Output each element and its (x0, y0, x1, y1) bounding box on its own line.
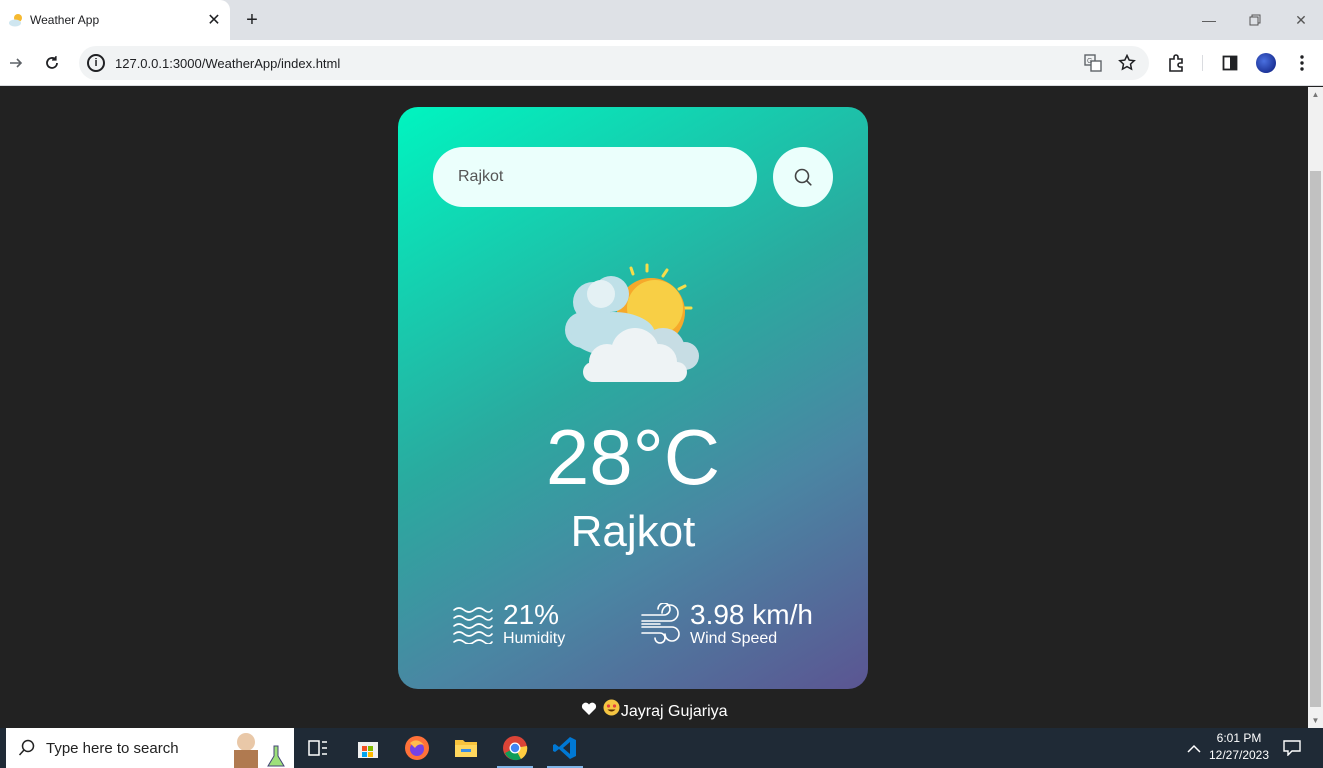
tab-weather-app[interactable]: Weather App ✕ (0, 0, 230, 40)
city-search-input[interactable] (433, 147, 757, 207)
partly-cloudy-icon (565, 263, 699, 382)
minimize-icon[interactable]: — (1194, 6, 1224, 34)
wind-speed-value: 3.98 km/h (690, 599, 813, 630)
extensions-icon[interactable] (1164, 51, 1188, 75)
humidity-label: Humidity (503, 630, 566, 647)
tab-strip: Weather App ✕ + — ✕ (0, 0, 1323, 40)
restore-icon[interactable] (1240, 6, 1270, 34)
wind-detail: 3.98 km/h Wind Speed (640, 600, 813, 648)
clock-time: 6:01 PM (1216, 731, 1262, 745)
search-button[interactable] (773, 147, 833, 207)
heart-icon (580, 702, 598, 721)
chrome-icon[interactable] (495, 732, 535, 768)
smiling-face-icon (603, 699, 621, 721)
notifications-icon[interactable] (1278, 728, 1306, 768)
clock-date: 12/27/2023 (1208, 748, 1270, 762)
page-footer: Jayraj Gujariya (0, 699, 1308, 721)
search-icon (18, 739, 35, 756)
weather-card: 28°C Rajkot 21% Humidity (398, 107, 868, 689)
window-close-icon[interactable]: ✕ (1286, 6, 1316, 34)
file-explorer-icon[interactable] (446, 732, 486, 764)
humidity-waves-icon (453, 607, 493, 644)
profile-avatar[interactable] (1256, 53, 1276, 73)
translate-icon[interactable]: G (1081, 51, 1105, 75)
tab-close-icon[interactable]: ✕ (202, 8, 226, 32)
scroll-down-arrow-icon[interactable]: ▼ (1308, 713, 1323, 728)
address-bar[interactable]: i 127.0.0.1:3000/WeatherApp/index.html G (79, 46, 1149, 80)
taskbar-search-box[interactable]: Type here to search (6, 728, 294, 768)
weather-favicon-icon (9, 14, 22, 27)
search-highlight-illustration-icon (234, 733, 285, 768)
page-scrollbar[interactable]: ▲ ▼ (1308, 87, 1323, 728)
forward-icon[interactable] (4, 51, 28, 75)
city-name: Rajkot (570, 507, 696, 556)
windows-taskbar: Type here to search 6:01 PM 12/27/2023 (0, 728, 1323, 768)
humidity-detail: 21% Humidity (452, 600, 565, 648)
wind-speed-label: Wind Speed (690, 630, 778, 647)
new-tab-button[interactable]: + (240, 8, 264, 32)
tab-title: Weather App (30, 13, 100, 27)
vscode-icon[interactable] (545, 732, 585, 768)
side-panel-icon[interactable] (1218, 51, 1242, 75)
reload-icon[interactable] (40, 51, 64, 75)
site-info-icon[interactable]: i (87, 54, 105, 72)
scrollbar-thumb[interactable] (1310, 171, 1321, 707)
task-view-icon[interactable] (298, 732, 338, 764)
tray-chevron-up-icon[interactable] (1182, 728, 1206, 768)
bookmark-star-icon[interactable] (1115, 51, 1139, 75)
wind-icon (641, 603, 680, 644)
microsoft-store-icon[interactable] (348, 732, 388, 764)
scroll-up-arrow-icon[interactable]: ▲ (1308, 87, 1323, 102)
page-viewport: 28°C Rajkot 21% Humidity (0, 87, 1308, 728)
url-text[interactable]: 127.0.0.1:3000/WeatherApp/index.html (115, 56, 1081, 71)
svg-text:G: G (1087, 58, 1092, 65)
taskbar-search-placeholder: Type here to search (46, 739, 179, 757)
author-name: Jayraj Gujariya (620, 703, 728, 720)
taskbar-clock[interactable]: 6:01 PM 12/27/2023 (1204, 730, 1274, 764)
temperature-display: 28°C (545, 413, 721, 501)
firefox-icon[interactable] (397, 732, 437, 764)
browser-toolbar: i 127.0.0.1:3000/WeatherApp/index.html G (0, 40, 1323, 86)
humidity-value: 21% (503, 599, 560, 630)
menu-kebab-icon[interactable] (1290, 51, 1314, 75)
toolbar-divider (1202, 55, 1203, 71)
search-icon (794, 168, 812, 186)
